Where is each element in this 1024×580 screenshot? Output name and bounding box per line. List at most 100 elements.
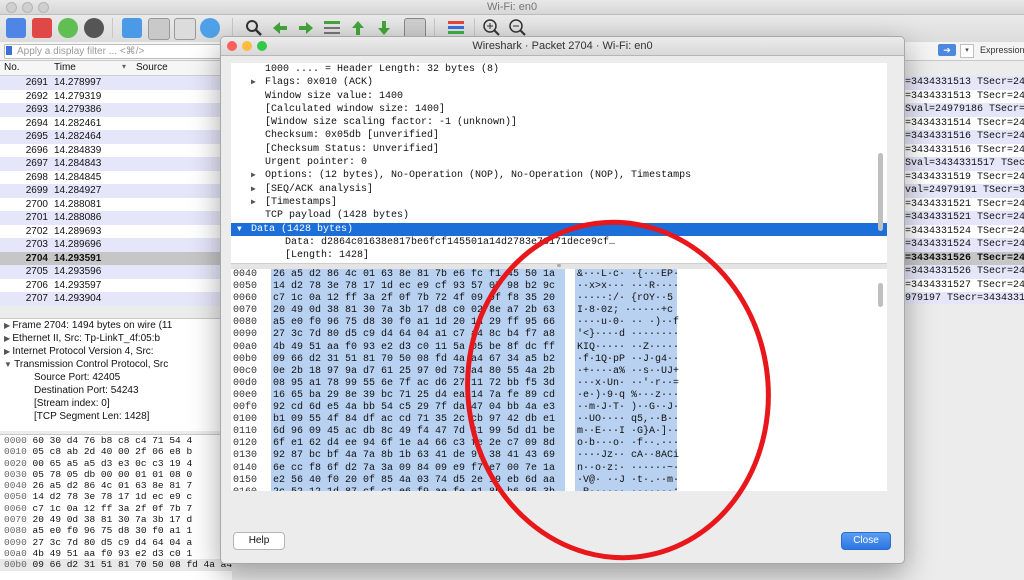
packet-info-cell[interactable]: =3434331516 TSecr=249 bbox=[903, 144, 1024, 158]
display-filter-input[interactable]: Apply a display filter ... <⌘/> bbox=[4, 44, 228, 59]
save-file-icon[interactable] bbox=[148, 18, 170, 40]
column-source[interactable]: Source bbox=[136, 62, 168, 73]
dialog-tree-item[interactable]: ▶ [Timestamps] bbox=[231, 196, 887, 209]
hex-dump-row[interactable]: 0160 2c 52 12 1d 87 cf c1 e6 f9 ae fe e1 … bbox=[231, 486, 887, 491]
packet-row[interactable]: 2693 14.279386 bbox=[0, 103, 230, 117]
help-button[interactable]: Help bbox=[233, 532, 285, 550]
reload-file-icon[interactable] bbox=[200, 18, 220, 38]
packet-row[interactable]: 2701 14.288086 bbox=[0, 211, 230, 225]
packet-info-cell[interactable]: Sval=3434331517 TSecr bbox=[903, 157, 1024, 171]
detail-tree-item[interactable]: ▼ Transmission Control Protocol, Src bbox=[0, 358, 232, 371]
dialog-tree-item[interactable]: [Calculated window size: 1400] bbox=[231, 103, 887, 116]
packet-row[interactable]: 2702 14.289693 bbox=[0, 225, 230, 239]
expand-arrow-icon[interactable]: ▶ bbox=[251, 183, 256, 196]
packet-info-cell[interactable]: =3434331524 TSecr=249 bbox=[903, 225, 1024, 239]
hex-dump-row[interactable]: 00d0 08 95 a1 78 99 55 6e 7f ac d6 27 11 … bbox=[231, 377, 887, 390]
go-back-arrow-icon[interactable] bbox=[270, 18, 290, 38]
packet-row[interactable]: 2706 14.293597 bbox=[0, 279, 230, 293]
column-time[interactable]: Time bbox=[54, 62, 76, 73]
hex-dump-row[interactable]: 0120 6f e1 62 d4 ee 94 6f 1e a4 66 c3 fe … bbox=[231, 438, 887, 451]
packet-row[interactable]: 2699 14.284927 bbox=[0, 184, 230, 198]
hex-row[interactable]: 0090 27 3c 7d 80 d5 c9 d4 64 04 a bbox=[0, 537, 232, 548]
packet-row[interactable]: 2703 14.289696 bbox=[0, 238, 230, 252]
start-capture-icon[interactable] bbox=[6, 18, 26, 38]
stop-capture-icon[interactable] bbox=[32, 18, 52, 38]
hex-row[interactable]: 00b0 09 66 d2 31 51 81 70 50 08 fd 4a a4… bbox=[0, 559, 232, 571]
detail-tree-item[interactable]: ▶ Frame 2704: 1494 bytes on wire (11 bbox=[0, 319, 232, 332]
filter-history-dropdown-icon[interactable]: ▾ bbox=[960, 44, 974, 58]
hex-dump-row[interactable]: 0090 27 3c 7d 80 d5 c9 d4 64 04 a1 c7 a4 … bbox=[231, 329, 887, 342]
packet-info-cell[interactable]: =3434331519 TSecr=249 bbox=[903, 171, 1024, 185]
expression-button[interactable]: Expression... bbox=[980, 45, 1024, 55]
hex-dump-row[interactable]: 0080 a5 e0 f0 96 75 d8 30 f0 a1 1d 20 1a … bbox=[231, 317, 887, 330]
expand-arrow-icon[interactable]: ▶ bbox=[0, 321, 12, 330]
dialog-tree-item[interactable]: Window size value: 1400 bbox=[231, 90, 887, 103]
detail-tree-item[interactable]: Source Port: 42405 bbox=[0, 371, 232, 384]
packet-row[interactable]: 2705 14.293596 bbox=[0, 265, 230, 279]
packet-row[interactable]: 2697 14.284843 bbox=[0, 157, 230, 171]
detail-tree-item[interactable]: ▶ Ethernet II, Src: Tp-LinkT_4f:05:b bbox=[0, 332, 232, 345]
hex-row[interactable]: 0080 a5 e0 f0 96 75 d8 30 f0 a1 1 bbox=[0, 525, 232, 536]
dialog-tree-item[interactable]: [Length: 1428] bbox=[231, 249, 887, 262]
expand-arrow-icon[interactable]: ▶ bbox=[0, 347, 12, 356]
detail-tree-item[interactable]: [Stream index: 0] bbox=[0, 397, 232, 410]
filter-bookmark-icon[interactable] bbox=[6, 46, 12, 55]
hex-row[interactable]: 0040 26 a5 d2 86 4c 01 63 8e 81 7 bbox=[0, 480, 232, 491]
expand-arrow-icon[interactable]: ▶ bbox=[0, 334, 12, 343]
splitter-handle[interactable] bbox=[557, 264, 561, 267]
close-button[interactable]: Close bbox=[841, 532, 891, 550]
hex-dump-row[interactable]: 0070 20 49 0d 38 81 30 7a 3b 17 d8 c0 02 … bbox=[231, 305, 887, 318]
packet-row[interactable]: 2704 14.293591 bbox=[0, 251, 230, 265]
hex-scrollbar[interactable] bbox=[878, 283, 883, 307]
go-to-last-packet-icon[interactable] bbox=[374, 18, 394, 38]
packet-info-cell[interactable]: val=24979191 TSecr=34 bbox=[903, 184, 1024, 198]
packet-info-cell[interactable]: =3434331521 TSecr=249 bbox=[903, 198, 1024, 212]
hex-row[interactable]: 00a0 4b 49 51 aa f0 93 e2 d3 c0 1 bbox=[0, 548, 232, 559]
expand-arrow-icon[interactable]: ▶ bbox=[251, 76, 256, 89]
packet-info-cell[interactable]: =3434331524 TSecr=249 bbox=[903, 238, 1024, 252]
close-file-icon[interactable] bbox=[174, 18, 196, 40]
hex-dump-row[interactable]: 00e0 16 65 ba 29 8e 39 bc 71 25 d4 ea 14 … bbox=[231, 389, 887, 403]
hex-row[interactable]: 0060 c7 1c 0a 12 ff 3a 2f 0f 7b 7 bbox=[0, 503, 232, 514]
dialog-tree-item[interactable]: [Window size scaling factor: -1 (unknown… bbox=[231, 116, 887, 129]
dialog-tree-item[interactable]: ▶ Flags: 0x010 (ACK) bbox=[231, 76, 887, 89]
packet-row[interactable]: 2707 14.293904 bbox=[0, 292, 230, 306]
detail-tree-item[interactable]: ▶ Internet Protocol Version 4, Src: bbox=[0, 345, 232, 358]
hex-dump-row[interactable]: 0050 14 d2 78 3e 78 17 1d ec e9 cf 93 57 … bbox=[231, 281, 887, 294]
packet-row[interactable]: 2700 14.288081 bbox=[0, 198, 230, 212]
hex-row[interactable]: 0070 20 49 0d 38 81 30 7a 3b 17 d bbox=[0, 514, 232, 525]
hex-dump-row[interactable]: 0100 b1 09 55 4f 84 df ac cd 71 35 2c cb … bbox=[231, 414, 887, 427]
collapse-arrow-icon[interactable]: ▼ bbox=[237, 223, 242, 236]
dialog-tree-item[interactable]: [Checksum Status: Unverified] bbox=[231, 143, 887, 156]
hex-dump-row[interactable]: 0110 6d 96 09 45 ac db 8c 49 f4 47 7d 41 … bbox=[231, 426, 887, 439]
packet-row[interactable]: 2698 14.284845 bbox=[0, 171, 230, 185]
detail-scrollbar[interactable] bbox=[878, 153, 883, 231]
hex-row[interactable]: 0020 00 65 a5 a5 d3 e3 0c c3 19 4 bbox=[0, 458, 232, 469]
dialog-tree-item[interactable]: Checksum: 0x05db [unverified] bbox=[231, 129, 887, 142]
expand-arrow-icon[interactable]: ▼ bbox=[0, 360, 14, 369]
dialog-tree-item[interactable]: Urgent pointer: 0 bbox=[231, 156, 887, 169]
find-packet-magnifier-icon[interactable] bbox=[244, 18, 264, 38]
dialog-tree-item[interactable]: 1000 .... = Header Length: 32 bytes (8) bbox=[231, 63, 887, 76]
restart-capture-icon[interactable] bbox=[58, 18, 78, 38]
apply-filter-arrow-icon[interactable]: ➔ bbox=[938, 44, 956, 56]
packet-info-cell[interactable]: =3434331526 TSecr=249 bbox=[903, 251, 1024, 265]
packet-info-cell[interactable]: =3434331516 TSecr=249 bbox=[903, 130, 1024, 144]
packet-row[interactable]: 2694 14.282461 bbox=[0, 117, 230, 131]
packet-row[interactable]: 2692 14.279319 bbox=[0, 90, 230, 104]
go-forward-arrow-icon[interactable] bbox=[296, 18, 316, 38]
packet-info-cell[interactable]: =3434331521 TSecr=249 bbox=[903, 211, 1024, 225]
packet-row[interactable]: 2691 14.278997 bbox=[0, 76, 230, 90]
hex-dump-row[interactable]: 0130 92 87 bc bf 4a 7a 8b 1b 63 41 de 97 … bbox=[231, 450, 887, 463]
packet-info-cell[interactable]: Sval=24979186 TSecr= bbox=[903, 103, 1024, 117]
dialog-tree-item[interactable]: ▼ Data (1428 bytes) bbox=[231, 222, 887, 236]
hex-dump-row[interactable]: 0150 e2 56 40 f0 20 0f 85 4a 03 74 d5 2e … bbox=[231, 474, 887, 487]
packet-info-cell[interactable]: =3434331514 TSecr=249 bbox=[903, 117, 1024, 131]
packet-info-cell[interactable]: =3434331513 TSecr=249 bbox=[903, 76, 1024, 90]
hex-row[interactable]: 0010 05 c8 ab 2d 40 00 2f 06 e8 b bbox=[0, 446, 232, 457]
hex-dump-row[interactable]: 0040 26 a5 d2 86 4c 01 63 8e 81 7b e6 fc … bbox=[231, 269, 887, 282]
detail-tree-item[interactable]: [TCP Segment Len: 1428] bbox=[0, 410, 232, 423]
capture-options-gear-icon[interactable] bbox=[84, 18, 104, 38]
expand-arrow-icon[interactable]: ▶ bbox=[251, 169, 256, 182]
packet-row[interactable]: 2695 14.282464 bbox=[0, 130, 230, 144]
